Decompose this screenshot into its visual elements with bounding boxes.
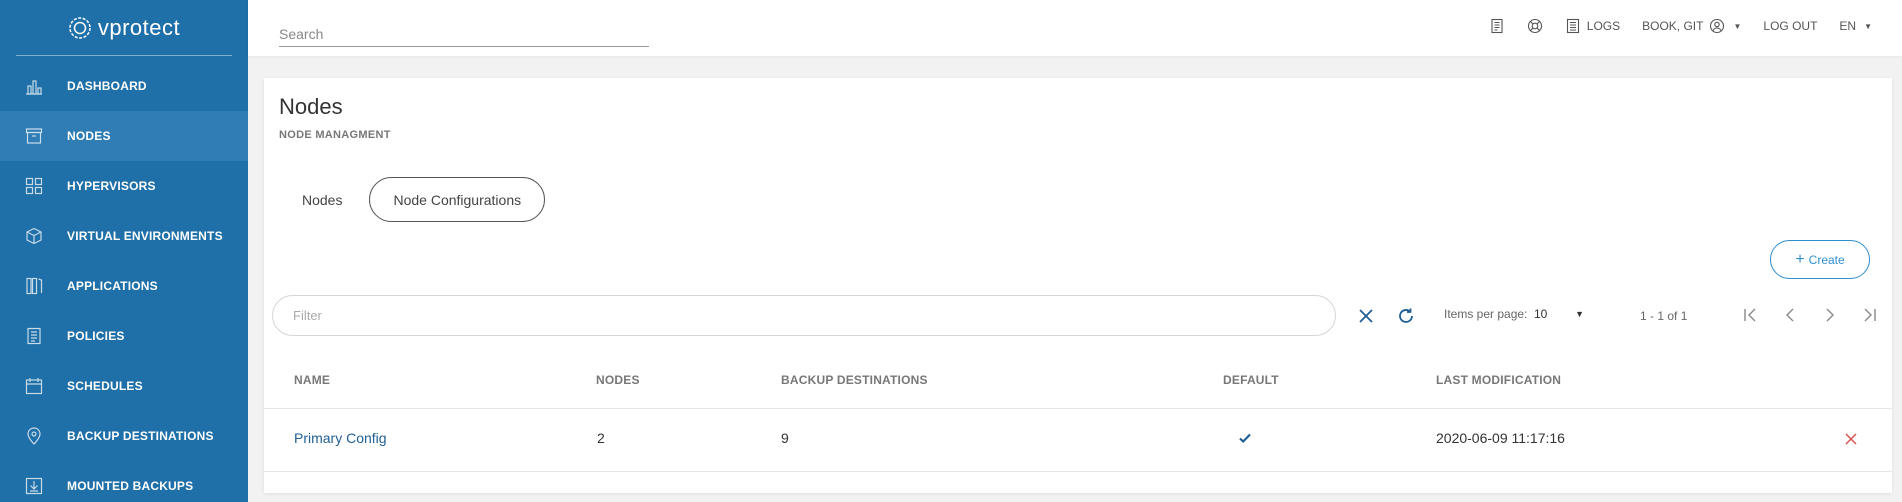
sidebar-item-label: SCHEDULES — [67, 379, 143, 393]
sidebar-item-label: BACKUP DESTINATIONS — [67, 429, 214, 443]
filter-input[interactable] — [272, 295, 1336, 336]
grid-icon — [0, 177, 67, 195]
logout-button[interactable]: LOG OUT — [1763, 19, 1817, 33]
default-check-icon — [1238, 431, 1252, 448]
sidebar-item-dashboard[interactable]: DASHBOARD — [0, 61, 248, 111]
chevron-right-icon — [1826, 308, 1834, 322]
document-button[interactable] — [1489, 18, 1505, 34]
logs-icon — [1566, 18, 1579, 34]
language-select[interactable]: EN ▼ — [1839, 19, 1872, 33]
app-columns-icon — [0, 277, 67, 295]
lifebuoy-icon — [1527, 18, 1542, 34]
sidebar-item-label: VIRTUAL ENVIRONMENTS — [67, 229, 223, 243]
archive-box-icon — [0, 127, 67, 145]
sidebar-item-virtual-environments[interactable]: VIRTUAL ENVIRONMENTS — [0, 211, 248, 261]
chevron-down-icon: ▼ — [1733, 21, 1742, 31]
sidebar-item-label: APPLICATIONS — [67, 279, 158, 293]
first-page-icon — [1744, 308, 1756, 322]
user-label: BOOK, GIT — [1642, 19, 1704, 33]
last-page-icon — [1864, 308, 1876, 322]
location-pin-icon — [0, 427, 67, 445]
column-header-name[interactable]: NAME — [294, 373, 330, 387]
header-divider — [264, 408, 1892, 409]
tab-nodes[interactable]: Nodes — [279, 177, 365, 222]
dropdown-arrow-icon: ▼ — [1575, 309, 1584, 319]
sidebar-item-nodes[interactable]: NODES — [0, 111, 248, 161]
config-name-link[interactable]: Primary Config — [294, 430, 387, 446]
close-icon — [1845, 433, 1857, 445]
next-page-button[interactable] — [1818, 303, 1842, 327]
brand-name: vprotect — [97, 14, 181, 40]
user-menu[interactable]: BOOK, GIT ▼ — [1642, 18, 1741, 34]
logs-button[interactable]: LOGS — [1565, 18, 1620, 34]
sidebar-item-backup-destinations[interactable]: BACKUP DESTINATIONS — [0, 411, 248, 461]
clear-filter-button[interactable] — [1354, 304, 1378, 328]
page-title: Nodes — [279, 94, 343, 119]
sidebar-item-label: POLICIES — [67, 329, 125, 343]
create-label: Create — [1808, 252, 1845, 267]
download-box-icon — [0, 477, 67, 495]
brand-logo[interactable]: vprotect — [16, 0, 232, 56]
column-header-nodes[interactable]: NODES — [596, 373, 640, 387]
logs-label: LOGS — [1586, 19, 1621, 33]
column-header-last-modification[interactable]: LAST MODIFICATION — [1436, 373, 1561, 387]
tab-bar: Nodes Node Configurations — [279, 177, 546, 222]
row-divider — [264, 471, 1892, 472]
refresh-icon — [1399, 308, 1413, 323]
items-per-page-select[interactable]: 10 ▼ — [1534, 304, 1584, 324]
create-button[interactable]: + Create — [1770, 240, 1870, 279]
sidebar-item-label: HYPERVISORS — [67, 179, 156, 193]
chevron-down-icon: ▼ — [1864, 21, 1872, 31]
last-page-button[interactable] — [1858, 303, 1882, 327]
nodes-count: 2 — [597, 430, 605, 446]
plus-icon: + — [1795, 250, 1805, 268]
items-per-page-label: Items per page: — [1444, 307, 1528, 321]
calendar-icon — [0, 377, 67, 395]
topbar: LOGS BOOK, GIT ▼ LOG OUT EN ▼ — [248, 0, 1902, 56]
sidebar-item-hypervisors[interactable]: HYPERVISORS — [0, 161, 248, 211]
chevron-left-icon — [1786, 308, 1794, 322]
help-button[interactable] — [1527, 18, 1543, 34]
sidebar-item-schedules[interactable]: SCHEDULES — [0, 361, 248, 411]
sidebar-item-label: MOUNTED BACKUPS — [67, 479, 194, 493]
cube-icon — [0, 227, 67, 245]
sidebar-item-label: DASHBOARD — [67, 79, 147, 93]
document-icon — [1491, 18, 1503, 34]
sidebar-item-applications[interactable]: APPLICATIONS — [0, 261, 248, 311]
logo-icon — [69, 16, 91, 39]
chart-icon — [0, 77, 67, 95]
main-card: Nodes NODE MANAGMENT Nodes Node Configur… — [264, 78, 1892, 493]
user-circle-icon — [1710, 18, 1725, 34]
sidebar-item-label: NODES — [67, 129, 111, 143]
search-input[interactable] — [279, 21, 649, 47]
sidebar: vprotect DASHBOARD NODES HYPERVISORS VIR… — [0, 0, 248, 502]
delete-button[interactable] — [1844, 432, 1858, 449]
previous-page-button[interactable] — [1778, 303, 1802, 327]
column-header-default[interactable]: DEFAULT — [1223, 373, 1279, 387]
column-header-backup-destinations[interactable]: BACKUP DESTINATIONS — [781, 373, 928, 387]
page-subtitle: NODE MANAGMENT — [279, 129, 391, 141]
logout-label: LOG OUT — [1763, 19, 1818, 33]
first-page-button[interactable] — [1738, 303, 1762, 327]
refresh-button[interactable] — [1394, 304, 1418, 328]
items-per-page-value: 10 — [1534, 307, 1548, 321]
close-icon — [1359, 309, 1373, 323]
backup-destinations-count: 9 — [781, 430, 789, 446]
sidebar-item-mounted-backups[interactable]: MOUNTED BACKUPS — [0, 461, 248, 502]
language-label: EN — [1839, 19, 1857, 33]
last-modification: 2020-06-09 11:17:16 — [1436, 430, 1565, 446]
pagination-range: 1 - 1 of 1 — [1640, 309, 1688, 323]
document-icon — [0, 327, 67, 345]
tab-node-configurations[interactable]: Node Configurations — [369, 177, 546, 222]
sidebar-item-policies[interactable]: POLICIES — [0, 311, 248, 361]
